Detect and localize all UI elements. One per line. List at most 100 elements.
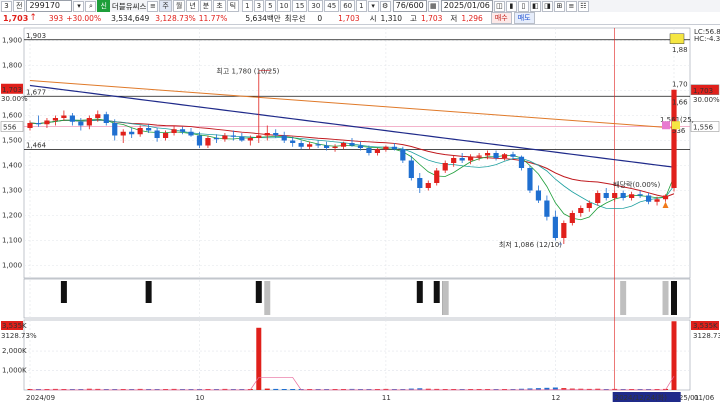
current-price: 1,703 — [3, 13, 29, 23]
tool-icon-4[interactable]: ◨ — [541, 0, 553, 12]
minute-tab-0[interactable]: 1 — [242, 0, 253, 12]
signal-flag-black — [60, 281, 67, 303]
candle-body — [468, 156, 474, 161]
change-rate: +30.00% — [66, 13, 102, 23]
candle-body — [612, 193, 618, 198]
candle-body — [417, 178, 423, 188]
candle-body — [391, 146, 397, 150]
volume-bar — [671, 321, 677, 390]
volume-panel — [23, 319, 691, 391]
minute-tab-8[interactable]: 1 — [356, 0, 367, 12]
right-volume-rate: 3128.73% — [693, 332, 720, 340]
volume-rate: 3,128.73% — [155, 13, 196, 23]
candle-body — [281, 135, 287, 141]
candle-body — [103, 114, 109, 123]
tag-556: 1,556 — [693, 124, 714, 132]
volume-value: 3,534,649 — [111, 13, 150, 23]
candle-body — [586, 203, 592, 208]
market-select[interactable]: 전 — [13, 0, 26, 12]
candle-body — [662, 195, 669, 200]
price-tick-label: 1,600 — [2, 112, 22, 120]
zoom-icon[interactable]: ⌕ — [85, 0, 97, 12]
candle-body — [35, 123, 42, 125]
candle-body — [629, 194, 635, 198]
chevron-down-icon[interactable]: ▾ — [367, 0, 379, 12]
open-value: 1,310 — [380, 13, 403, 23]
left-ref-tag: 556 — [3, 124, 17, 132]
tag-170: 1,70 — [672, 81, 688, 89]
candle-body — [205, 138, 211, 146]
level-line-label: 1,677 — [26, 88, 46, 96]
minute-tab-2[interactable]: 5 — [265, 0, 276, 12]
tool-icon-7[interactable]: ☷ — [577, 0, 589, 12]
candle-body — [535, 190, 542, 201]
sell-button[interactable]: 매도 — [513, 12, 535, 24]
low-annotation: 최저 1,086 (12/10) — [499, 240, 562, 249]
candle-body — [120, 131, 126, 136]
period-tab-1[interactable]: 월 — [172, 0, 186, 12]
x-tick-label: 10 — [195, 394, 204, 402]
candle-body — [256, 135, 262, 138]
price-tick-label: 1,300 — [2, 187, 22, 195]
minute-tabs: 1 3 5 10 15 30 45 60 1 — [241, 0, 367, 12]
tag-1903: 1,88 — [672, 46, 688, 54]
settings-icon[interactable]: ⚙ — [379, 0, 391, 12]
price-tick-label: 1,800 — [2, 62, 22, 70]
price-tick-label: 1,200 — [2, 212, 22, 220]
candle-body — [366, 148, 372, 153]
yellow-marker — [669, 33, 685, 44]
candle-body — [425, 183, 431, 188]
minute-tab-1[interactable]: 3 — [253, 0, 265, 12]
up-arrow-icon: ↑ — [29, 13, 37, 23]
search-icon[interactable]: ▾ — [73, 0, 85, 12]
tool-icon-1[interactable]: ▮ — [505, 0, 517, 12]
date-input[interactable]: 2025/01/06 — [440, 0, 493, 12]
stock-info-icon[interactable]: ≡ — [147, 0, 159, 12]
candle-body — [434, 170, 440, 183]
candle-body — [518, 156, 525, 168]
chart-type-icon[interactable]: ◫ — [493, 0, 505, 12]
minute-tab-5[interactable]: 30 — [308, 0, 324, 12]
signal-flag-black — [145, 281, 152, 303]
candle-body — [230, 135, 236, 137]
minute-tab-3[interactable]: 10 — [276, 0, 292, 12]
tool-icon-3[interactable]: ◧ — [529, 0, 541, 12]
tool-icon-6[interactable]: ≡ — [565, 0, 577, 12]
candle-body — [637, 194, 643, 196]
candle-body — [459, 158, 465, 161]
high-label: 고 — [410, 13, 417, 23]
period-tab-0[interactable]: 주 — [159, 0, 172, 12]
candle-body — [527, 168, 533, 191]
price-chart[interactable]: 1,9001,8001,7001,6001,5001,4001,3001,200… — [0, 24, 720, 404]
panel-number[interactable]: 3 — [1, 0, 12, 12]
candle-body — [493, 153, 499, 158]
tag-price: 1,703 — [693, 87, 713, 95]
yellow-marker-2 — [672, 121, 680, 130]
current-value: 1,703 — [338, 13, 360, 23]
hc-label: HC:-4.33 — [694, 35, 720, 43]
tool-icon-5[interactable]: ⊞ — [553, 0, 565, 12]
period-tab-4[interactable]: 초 — [213, 0, 226, 12]
price-tick-label: 1,000 — [2, 262, 22, 270]
candle-body — [315, 144, 321, 146]
stock-code-input[interactable]: 299170 — [26, 0, 73, 12]
period-tabs: 주월년분초틱 — [158, 0, 240, 12]
period-tab-2[interactable]: 년 — [186, 0, 199, 12]
period-tab-5[interactable]: 틱 — [226, 0, 240, 12]
calendar-icon[interactable]: ▦ — [427, 0, 439, 12]
candle-body — [332, 146, 338, 148]
tool-icon-2[interactable]: ▯ — [517, 0, 529, 12]
candle-body — [146, 128, 152, 131]
minute-tab-6[interactable]: 45 — [324, 0, 340, 12]
candle-body — [213, 138, 220, 140]
price-tick-label: 1,500 — [2, 137, 22, 145]
period-tab-3[interactable]: 분 — [199, 0, 213, 12]
stock-name: 더블유씨스 — [111, 1, 147, 11]
candle-body — [442, 163, 448, 171]
low-label: 저 — [450, 13, 458, 23]
minute-tab-7[interactable]: 60 — [340, 0, 356, 12]
buy-button[interactable]: 매수 — [490, 12, 512, 24]
minute-tab-4[interactable]: 15 — [292, 0, 308, 12]
candle-body — [27, 123, 33, 128]
signal-flag-gray — [264, 281, 271, 315]
